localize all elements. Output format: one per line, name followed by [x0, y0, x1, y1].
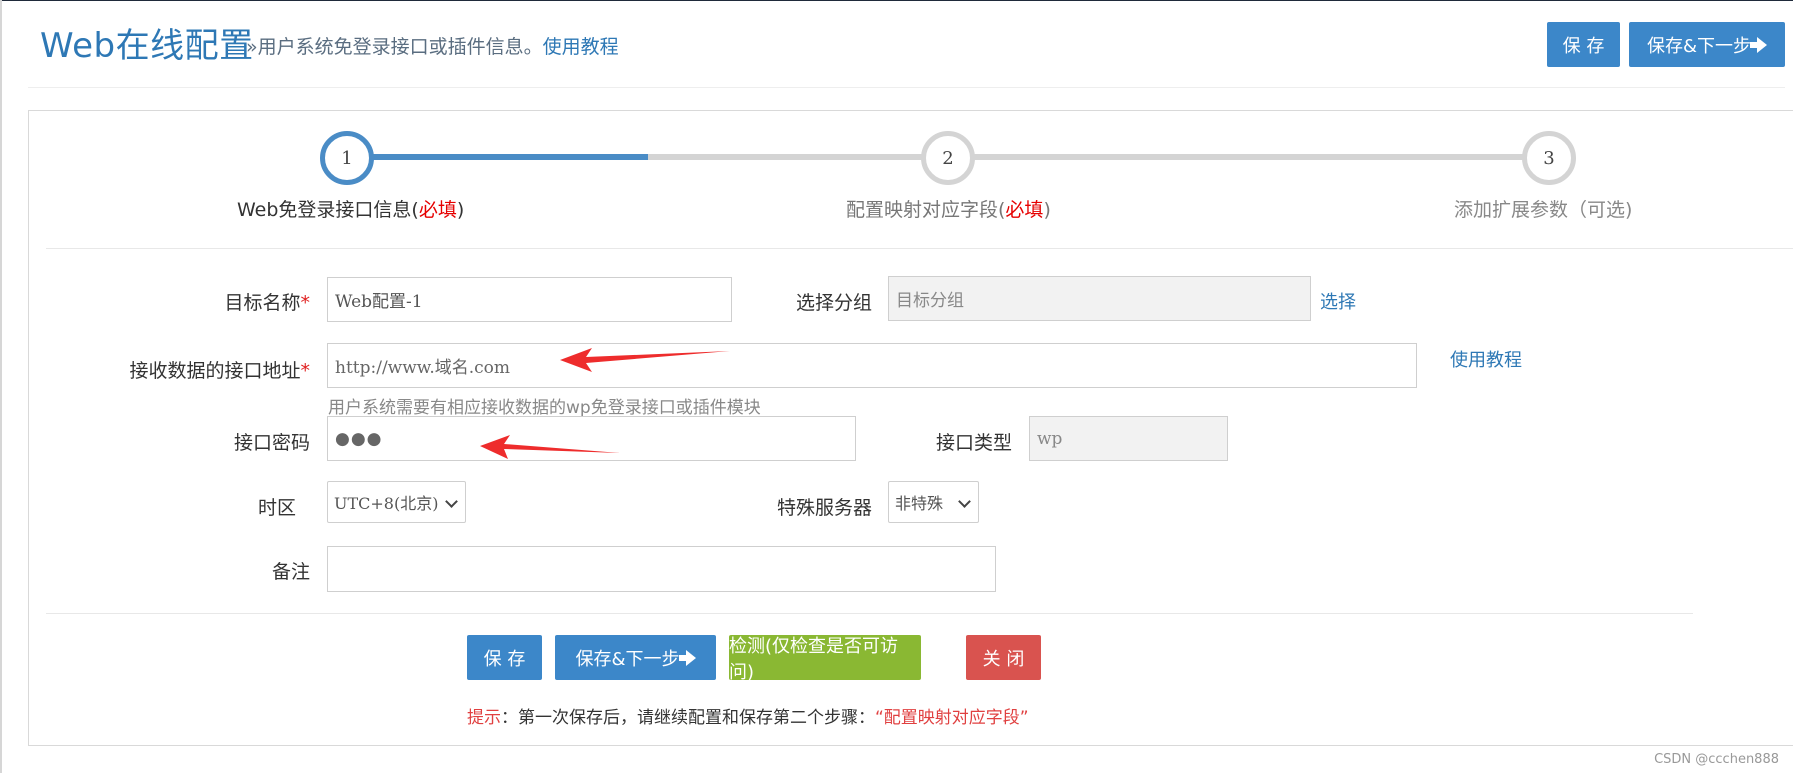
header-tutorial-link[interactable]: 使用教程 [543, 36, 619, 58]
annotation-arrow-icon [480, 435, 620, 459]
step-1-suffix: ) [456, 199, 465, 221]
header-save-label: 保 存 [1562, 35, 1605, 57]
target-name-value: Web配置-1 [335, 292, 423, 312]
page-header: Web在线配置 »用户系统免登录接口或插件信息。使用教程 保 存 保存&下一步 [28, 0, 1785, 88]
interface-type-input: wp [1029, 416, 1228, 461]
step-2-required: 必填 [1005, 199, 1044, 221]
step-1-required: 必填 [418, 199, 457, 221]
step-1-label: Web免登录接口信息(必填) [237, 195, 464, 222]
stepper-divider [46, 248, 1793, 249]
close-button[interactable]: 关 闭 [966, 635, 1041, 680]
arrow-right-icon [1750, 36, 1768, 53]
check-button-label: 检测(仅检查是否可访问) [729, 635, 899, 683]
save-button[interactable]: 保 存 [467, 635, 542, 680]
group-input[interactable]: 目标分组 [888, 276, 1311, 321]
tip-prefix: 提示 [467, 708, 501, 728]
step-1-number: 1 [341, 147, 353, 169]
check-button[interactable]: 检测(仅检查是否可访问) [729, 635, 921, 683]
endpoint-help-text: 用户系统需要有相应接收数据的wp免登录接口或插件模块 [328, 398, 761, 418]
step-2-label-text: 配置映射对应字段( [846, 199, 1006, 221]
special-server-label: 特殊服务器 [776, 497, 872, 519]
timezone-select[interactable]: UTC+8(北京) [327, 481, 466, 523]
special-server-value: 非特殊 [895, 494, 944, 513]
header-save-next-button[interactable]: 保存&下一步 [1629, 22, 1785, 67]
header-save-button[interactable]: 保 存 [1547, 22, 1620, 67]
save-next-button[interactable]: 保存&下一步 [555, 635, 716, 680]
header-save-next-label: 保存&下一步 [1646, 35, 1752, 57]
endpoint-required: * [300, 360, 311, 382]
password-value: ●●● [335, 428, 383, 449]
tip-text: 提示：第一次保存后，请继续配置和保存第二个步骤：“配置映射对应字段” [467, 703, 1029, 728]
page-subtitle: »用户系统免登录接口或插件信息。使用教程 [246, 32, 619, 59]
watermark: CSDN @ccchen888 [1654, 752, 1779, 767]
note-input[interactable] [327, 546, 996, 592]
page-title: Web在线配置 [40, 26, 254, 66]
chevron-down-icon [445, 495, 458, 508]
target-name-label-text: 目标名称 [224, 292, 301, 314]
step-1-circle[interactable]: 1 [320, 131, 374, 185]
timezone-value: UTC+8(北京) [334, 494, 439, 513]
step-3-number: 3 [1543, 147, 1555, 169]
step-1-label-text: Web免登录接口信息( [237, 199, 419, 221]
group-placeholder: 目标分组 [896, 291, 964, 311]
target-name-input[interactable]: Web配置-1 [327, 277, 732, 322]
step-2-number: 2 [942, 147, 954, 169]
interface-type-label: 接口类型 [935, 432, 1012, 454]
timezone-label: 时区 [257, 497, 296, 519]
note-label: 备注 [271, 561, 310, 583]
endpoint-input[interactable]: http://www.域名.com [327, 343, 1417, 388]
interface-type-value: wp [1037, 428, 1063, 449]
step-2-suffix: ) [1043, 199, 1051, 221]
stepper-progress-inactive [648, 154, 1548, 160]
save-button-label: 保 存 [483, 648, 526, 670]
left-border [0, 0, 2, 773]
step-3-circle[interactable]: 3 [1522, 131, 1576, 185]
password-label: 接口密码 [233, 432, 310, 454]
page-subtitle-text: »用户系统免登录接口或插件信息。 [246, 36, 543, 58]
step-2-circle[interactable]: 2 [921, 131, 975, 185]
endpoint-placeholder: http://www.域名.com [335, 358, 510, 378]
save-next-button-label: 保存&下一步 [575, 648, 680, 670]
target-name-required: * [300, 292, 311, 314]
form-divider [46, 613, 1693, 614]
close-button-label: 关 闭 [982, 648, 1025, 670]
special-server-select[interactable]: 非特殊 [888, 481, 979, 523]
group-label: 选择分组 [795, 292, 872, 314]
target-name-label: 目标名称* [150, 288, 310, 315]
group-select-link[interactable]: 选择 [1320, 288, 1356, 314]
arrow-right-icon [678, 649, 696, 666]
endpoint-label-text: 接收数据的接口地址 [129, 360, 301, 382]
endpoint-label: 接收数据的接口地址* [100, 356, 310, 383]
tip-highlight: “配置映射对应字段” [875, 708, 1029, 728]
step-3-label: 添加扩展参数（可选) [1454, 195, 1632, 222]
stepper-progress-active [370, 154, 648, 160]
chevron-down-icon [958, 495, 971, 508]
annotation-arrow-icon [560, 348, 730, 372]
step-3-label-text: 添加扩展参数（可选) [1454, 199, 1633, 221]
step-2-label: 配置映射对应字段(必填) [846, 195, 1051, 222]
endpoint-tutorial-link[interactable]: 使用教程 [1450, 346, 1522, 372]
tip-body: ：第一次保存后，请继续配置和保存第二个步骤： [501, 708, 875, 728]
